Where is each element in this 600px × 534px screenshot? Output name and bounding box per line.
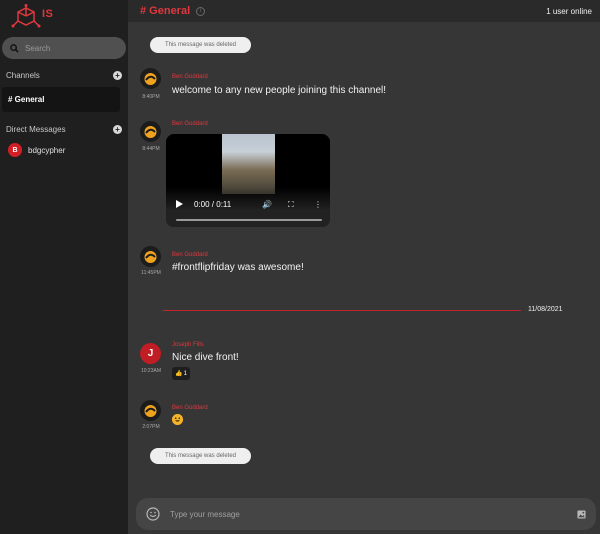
message-author[interactable]: Ben Goddard bbox=[172, 74, 208, 80]
sidebar: IS Channels + # General Direct Messages … bbox=[0, 0, 128, 534]
search-box[interactable] bbox=[2, 37, 126, 59]
reaction-badge[interactable]: 👍 1 bbox=[172, 367, 190, 380]
user-avatar-icon bbox=[144, 73, 157, 85]
deleted-message-notice: This message was deleted bbox=[150, 448, 251, 464]
message-author[interactable]: Ben Goddard bbox=[172, 252, 208, 258]
grinning-face-icon bbox=[172, 414, 183, 425]
user-avatar-icon bbox=[144, 126, 157, 138]
message-time: 2:07PM bbox=[142, 424, 160, 430]
dm-heading: Direct Messages bbox=[6, 125, 66, 134]
avatar bbox=[140, 246, 161, 267]
search-icon bbox=[10, 43, 19, 53]
user-avatar-icon bbox=[144, 405, 157, 417]
sidebar-item-general[interactable]: # General bbox=[2, 87, 120, 112]
video-progress-bar[interactable] bbox=[176, 219, 322, 221]
channels-heading: Channels bbox=[6, 71, 40, 80]
video-time: 0:00 / 0:11 bbox=[194, 200, 232, 209]
user-avatar-icon bbox=[144, 251, 157, 263]
channel-title: # General bbox=[140, 5, 191, 17]
online-status: 1 user online bbox=[546, 6, 592, 16]
message-text: Nice dive front! bbox=[172, 352, 239, 363]
fullscreen-icon[interactable]: ⛶ bbox=[288, 200, 294, 210]
add-channel-icon[interactable]: + bbox=[113, 71, 122, 80]
message-input[interactable] bbox=[170, 509, 577, 519]
reaction-count: 1 bbox=[183, 370, 187, 377]
info-icon[interactable]: i bbox=[196, 6, 206, 16]
channel-header: # General i 1 user online bbox=[128, 0, 600, 22]
image-attach-icon[interactable] bbox=[577, 509, 586, 519]
video-player[interactable]: 0:00 / 0:11 🔊 ⛶ ⋮ bbox=[166, 134, 330, 227]
date-divider-label: 11/08/2021 bbox=[528, 306, 563, 313]
video-thumbnail bbox=[222, 134, 275, 194]
message-text: #frontflipfriday was awesome! bbox=[172, 262, 304, 273]
volume-icon[interactable]: 🔊 bbox=[262, 200, 272, 209]
avatar bbox=[140, 400, 161, 421]
avatar: J bbox=[140, 343, 161, 364]
message-text: welcome to any new people joining this c… bbox=[172, 85, 387, 96]
message-time: 8:40PM bbox=[142, 94, 160, 100]
message-time: 10:23AM bbox=[140, 368, 161, 374]
avatar bbox=[140, 121, 161, 142]
message-composer bbox=[136, 498, 596, 530]
thumbs-up-icon: 👍 bbox=[175, 371, 183, 377]
date-divider-line bbox=[163, 310, 521, 311]
message-author[interactable]: Joseph Fills bbox=[172, 342, 204, 348]
avatar bbox=[140, 68, 161, 89]
message-author[interactable]: Ben Goddard bbox=[172, 405, 208, 411]
message-author[interactable]: Ben Goddard bbox=[172, 121, 208, 127]
more-options-icon[interactable]: ⋮ bbox=[314, 200, 322, 209]
logo-text: IS bbox=[42, 8, 54, 20]
avatar: B bbox=[8, 143, 22, 157]
video-controls: 0:00 / 0:11 🔊 ⛶ ⋮ bbox=[166, 187, 330, 227]
play-icon[interactable] bbox=[176, 200, 183, 208]
emoji-picker-icon[interactable] bbox=[146, 507, 160, 521]
dm-label: bdgcypher bbox=[28, 145, 66, 155]
message-time: 11:45PM bbox=[141, 270, 161, 276]
dm-section-header: Direct Messages + bbox=[6, 125, 122, 134]
sidebar-item-bdgcypher[interactable]: B bdgcypher bbox=[8, 143, 65, 157]
deleted-message-notice: This message was deleted bbox=[150, 37, 251, 53]
search-input[interactable] bbox=[25, 43, 115, 53]
add-dm-icon[interactable]: + bbox=[113, 125, 122, 134]
message-time: 8:44PM bbox=[142, 146, 160, 152]
channels-section-header: Channels + bbox=[6, 71, 122, 80]
